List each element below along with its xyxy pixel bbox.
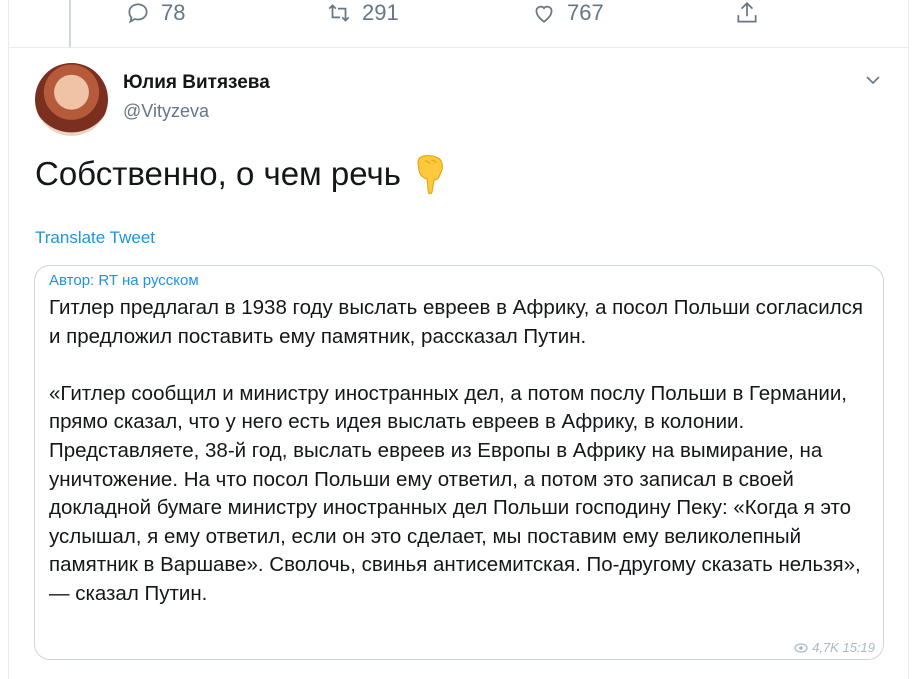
share-button[interactable] [734, 0, 770, 26]
retweet-button[interactable]: 291 [326, 0, 399, 26]
quoted-text: Гитлер предлагал в 1938 году выслать евр… [49, 296, 863, 605]
reply-button[interactable]: 78 [125, 0, 185, 26]
avatar[interactable] [35, 63, 108, 136]
pointing-down-hand-icon [417, 155, 443, 194]
eye-icon [794, 642, 808, 653]
previous-tweet-actions: 78 291 767 [0, 0, 920, 34]
reply-icon [128, 3, 148, 24]
quoted-author[interactable]: Автор: RT на русском [49, 272, 199, 289]
translate-tweet-link[interactable]: Translate Tweet [35, 228, 155, 248]
chevron-down-icon[interactable] [863, 70, 883, 90]
timeline-right-border [908, 0, 909, 679]
timeline-left-border [8, 0, 9, 679]
like-count: 767 [567, 0, 604, 25]
retweet-icon [328, 4, 350, 22]
tweet-separator [8, 47, 909, 48]
like-button[interactable]: 767 [531, 0, 604, 26]
author-name[interactable]: Юлия Витязева [123, 72, 270, 94]
author-handle[interactable]: @Vityzeva [123, 101, 209, 122]
reply-count: 78 [161, 0, 186, 25]
heart-icon [535, 5, 553, 23]
share-icon [737, 2, 757, 23]
quoted-tweet-card[interactable]: Автор: RT на русском Гитлер предлагал в … [34, 265, 884, 660]
tweet-body: Собственно, о чем речь [35, 153, 445, 195]
retweet-count: 291 [362, 0, 399, 25]
tweet-text: Собственно, о чем речь [35, 155, 401, 192]
view-count: 4,7K 15:19 [794, 640, 875, 655]
views-label: 4,7K 15:19 [812, 640, 875, 655]
